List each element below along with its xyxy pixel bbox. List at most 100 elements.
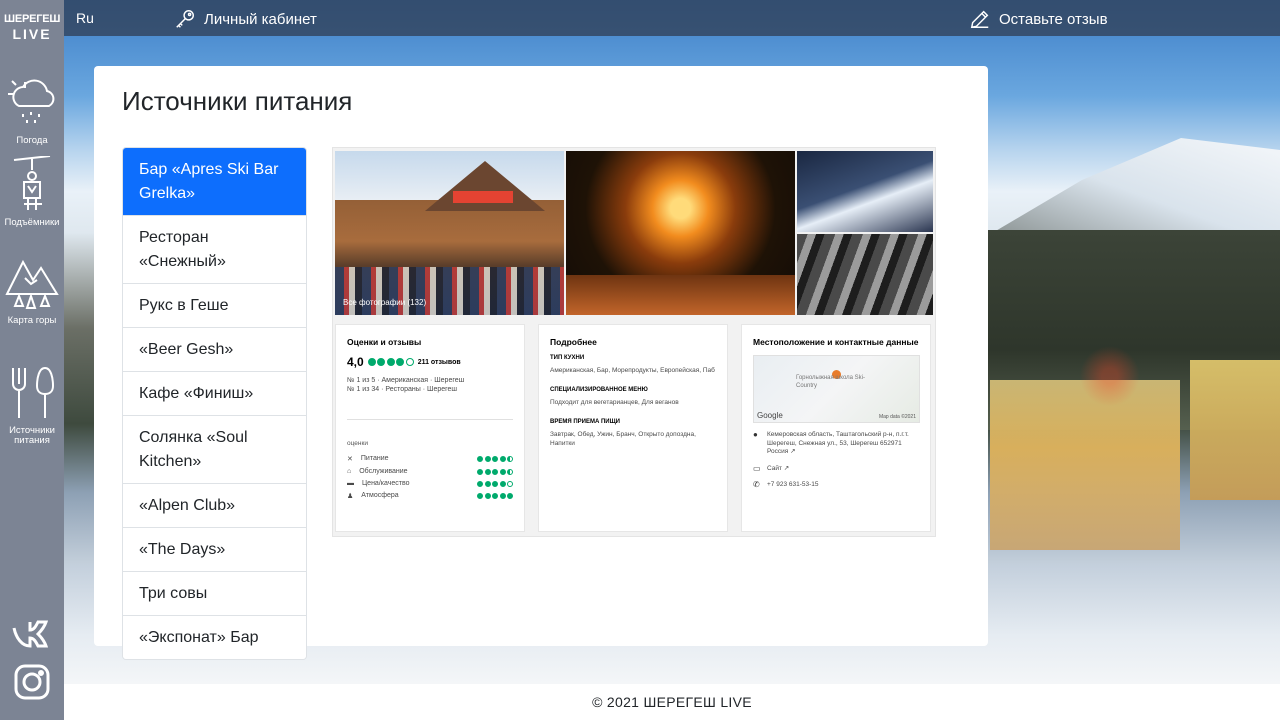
website-link[interactable]: Сайт ↗ [767,465,789,474]
location-map[interactable]: Горнолыжная школа Ski-Country Google Map… [753,355,920,423]
restaurant-list-item[interactable]: Три совы [123,571,306,615]
food-icon [12,366,55,418]
restaurant-list-item[interactable]: «The Days» [123,527,306,571]
rank-2[interactable]: № 1 из 34 · Рестораны · Шерегеш [347,386,513,393]
cuisine-value: Американская, Бар, Морепродукты, Европей… [550,367,715,374]
page-title: Источники питания [122,86,353,116]
language-switch[interactable]: Ru [76,10,94,26]
location-title: Местоположение и контактные данные [753,337,919,347]
sub-ratings-title: оценки [347,440,368,447]
photo-crowd [335,267,565,315]
sub-rating-label: Обслуживание [359,468,408,475]
restaurant-list-item[interactable]: «Экспонат» Бар [123,615,306,659]
restaurant-list-item-active[interactable]: Бар «Apres Ski Bar Grelka» [123,148,306,215]
photo-sign [453,191,513,203]
rating-dot [367,358,376,366]
logo-line-1: ШЕРЕГЕШ [4,13,61,25]
restaurant-list-item[interactable]: Рукс в Геше [123,283,306,327]
sidebar-item-food[interactable]: Источники питания [0,364,64,446]
location-pin-icon: ● [753,430,758,439]
meals-heading: ВРЕМЯ ПРИЕМА ПИЩИ [550,419,620,425]
restaurant-list-item[interactable]: Ресторан «Снежный» [123,215,306,283]
pencil-icon [970,10,989,29]
cabinet-link[interactable]: Личный кабинет [174,8,317,30]
photo-ground [566,275,796,315]
rating-dot [405,358,414,366]
photo-gallery[interactable]: Все фотографии (132) [335,151,934,315]
sidebar-item-map[interactable]: Карта горы [0,254,64,326]
content-panel: Источники питания Бар «Apres Ski Bar Gre… [94,66,988,660]
sidebar-item-lifts[interactable]: Подъёмники [0,156,64,228]
cuisine-heading: ТИП КУХНИ [550,355,585,361]
map-label: Горнолыжная школа Ski-Country [796,375,865,389]
review-count[interactable]: 211 отзывов [418,359,461,366]
rating-dot [386,358,395,366]
ski-lift-icon [13,156,51,210]
instagram-link[interactable] [12,664,52,700]
vk-link[interactable] [12,618,52,654]
phone-row: ✆ +7 923 631-53-15 [753,480,919,490]
restaurant-list-item[interactable]: «Alpen Club» [123,483,306,527]
address-row: ● Кемеровская область, Таштагольский р-н… [753,430,919,457]
rating-score: 4,0 [347,355,364,369]
sidebar-label-lifts: Подъёмники [4,217,60,228]
sidebar-label-food: Источники питания [9,425,55,446]
photo-fireworks[interactable] [566,151,796,315]
sub-rating-label: Цена/качество [362,480,410,487]
map-data-note: Map data ©2021 [878,414,916,420]
photo-night[interactable] [797,151,934,232]
wallet-icon: ▬ [347,480,354,487]
menu-heading: СПЕЦИАЛИЗИРОВАННОЕ МЕНЮ [550,387,648,393]
logo-line-2: LIVE [12,26,52,42]
phone-icon: ✆ [753,480,760,489]
footer: © 2021 ШЕРЕГЕШ LIVE [64,684,1280,720]
sub-rating-food: ✕ Питание [347,455,513,463]
site-logo[interactable]: ШЕРЕГЕШ LIVE [4,13,61,42]
laptop-icon: ▭ [753,463,761,473]
key-icon [176,10,194,28]
phone-text[interactable]: +7 923 631-53-15 [767,481,819,490]
person-icon: ♟ [347,493,354,500]
rank-1[interactable]: № 1 из 5 · Американская · Шерегеш [347,377,513,384]
venue-embed: Все фотографии (132) Оценки и отзывы 4,0 [332,147,936,537]
all-photos-caption[interactable]: Все фотографии (132) [343,298,426,307]
weather-icon [8,79,55,123]
website-row: ▭ Сайт ↗ [753,463,919,474]
sub-rating-value: ▬ Цена/качество [347,480,513,487]
google-logo: Google [757,411,783,420]
rating-dots [367,358,414,366]
fork-icon: ✕ [347,456,353,463]
sub-rating-label: Атмосфера [361,492,399,499]
menu-value: Подходит для вегетарианцев, Для веганов [550,399,679,406]
divider [347,419,513,420]
sub-rating-service: ⌂ Обслуживание [347,468,513,475]
photo-exterior[interactable]: Все фотографии (132) [335,151,565,315]
photo-party[interactable] [797,234,934,315]
restaurant-list-item[interactable]: Солянка «Soul Kitchen» [123,415,306,483]
cabinet-label: Личный кабинет [204,10,317,28]
photo-column [797,151,934,315]
sidebar-label-map: Карта горы [7,315,57,326]
top-bar: Ru Личный кабинет Оставьте отзыв [64,0,1280,36]
sub-rating-label: Питание [360,455,389,462]
photo-roof [425,161,545,211]
ratings-card: Оценки и отзывы 4,0 211 отзывов № 1 из 5… [335,324,525,532]
sidebar-label-weather: Погода [16,135,48,146]
instagram-icon [14,664,50,700]
sidebar-item-weather[interactable]: Погода [0,76,64,146]
rating-dot [396,358,405,366]
address-text[interactable]: Кемеровская область, Таштагольский р-н, … [767,431,919,457]
meals-value: Завтрак, Обед, Ужин, Бранч, Открыто допо… [550,431,696,447]
rating-dot [377,358,386,366]
review-link[interactable]: Оставьте отзыв [969,8,1108,30]
details-card: Подробнее ТИП КУХНИ Американская, Бар, М… [538,324,728,532]
ratings-title: Оценки и отзывы [347,337,422,347]
bell-icon: ⌂ [347,468,352,475]
details-title: Подробнее [550,337,597,347]
overall-rating: 4,0 211 отзывов [347,355,513,369]
review-label: Оставьте отзыв [999,10,1108,28]
restaurant-list-item[interactable]: «Beer Gesh» [123,327,306,371]
restaurant-list: Бар «Apres Ski Bar Grelka» Ресторан «Сне… [122,147,307,660]
restaurant-list-item[interactable]: Кафе «Финиш» [123,371,306,415]
mountain-map-icon [5,259,59,309]
